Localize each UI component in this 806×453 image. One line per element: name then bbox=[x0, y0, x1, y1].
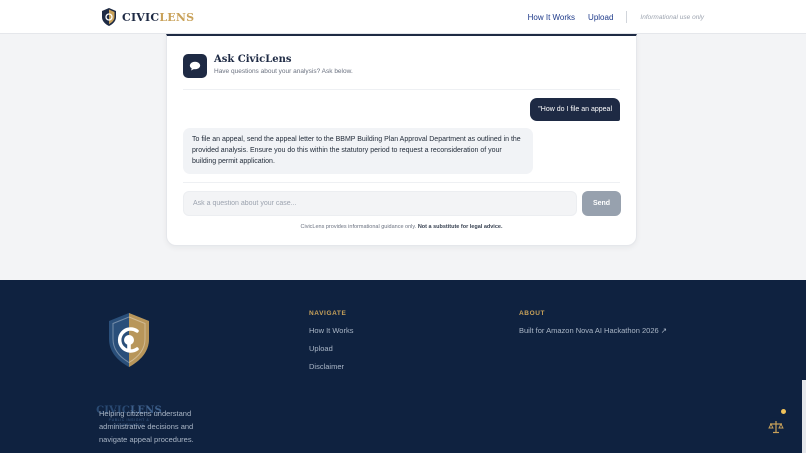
civiclens-shield-icon bbox=[102, 8, 116, 26]
nav-upload[interactable]: Upload bbox=[588, 13, 613, 22]
notification-dot bbox=[781, 409, 786, 414]
floating-legal-button[interactable] bbox=[765, 409, 787, 438]
brand-logo-link[interactable]: CIVICLENS bbox=[102, 8, 194, 26]
footer-link-disclaimer[interactable]: Disclaimer bbox=[309, 362, 353, 371]
footer-about-section: ABOUT Built for Amazon Nova AI Hackathon… bbox=[519, 310, 667, 335]
assistant-message: To file an appeal, send the appeal lette… bbox=[183, 128, 533, 174]
chat-bubble-icon bbox=[183, 54, 207, 78]
chat-title: Ask CivicLens bbox=[214, 54, 292, 65]
informational-use-note: Informational use only bbox=[640, 13, 704, 21]
footer-link-hackathon[interactable]: Built for Amazon Nova AI Hackathon 2026 … bbox=[519, 326, 667, 335]
footer-about-heading: ABOUT bbox=[519, 310, 546, 317]
footer-link-upload[interactable]: Upload bbox=[309, 344, 353, 353]
disclaimer-bold: Not a substitute for legal advice. bbox=[417, 224, 503, 230]
scales-icon bbox=[766, 417, 786, 437]
chat-subtitle: Have questions about your analysis? Ask … bbox=[214, 68, 353, 75]
nav-divider bbox=[626, 11, 628, 23]
divider bbox=[183, 89, 620, 90]
send-button[interactable]: Send bbox=[582, 191, 621, 216]
nav-how-it-works[interactable]: How It Works bbox=[528, 13, 575, 22]
legal-disclaimer: CivicLens provides informational guidanc… bbox=[167, 224, 636, 230]
user-message: "How do I file an appeal bbox=[530, 98, 620, 121]
disclaimer-text: CivicLens provides informational guidanc… bbox=[300, 224, 417, 230]
ask-civiclens-card: Ask CivicLens Have questions about your … bbox=[166, 34, 637, 246]
civiclens-shield-logo bbox=[109, 313, 149, 367]
top-navbar: CIVICLENS How It Works Upload Informatio… bbox=[0, 0, 806, 34]
footer-navigate-heading: NAVIGATE bbox=[309, 310, 347, 317]
footer-navigate-section: NAVIGATE How It Works Upload Disclaimer bbox=[309, 310, 353, 371]
question-input[interactable] bbox=[183, 191, 577, 216]
brand-word-civic: CIVIC bbox=[122, 10, 160, 24]
footer-description: Helping citizens understand administrati… bbox=[99, 409, 194, 444]
brand-word-lens: LENS bbox=[159, 10, 195, 24]
header-nav: How It Works Upload Informational use on… bbox=[515, 11, 704, 23]
site-footer: CIVICLENS PUBLIC INSIGHT & GOVERNANCE He… bbox=[0, 280, 806, 453]
divider bbox=[183, 182, 620, 183]
scrollbar[interactable] bbox=[802, 380, 806, 453]
footer-link-how-it-works[interactable]: How It Works bbox=[309, 326, 353, 335]
chat-header: Ask CivicLens Have questions about your … bbox=[183, 54, 353, 78]
